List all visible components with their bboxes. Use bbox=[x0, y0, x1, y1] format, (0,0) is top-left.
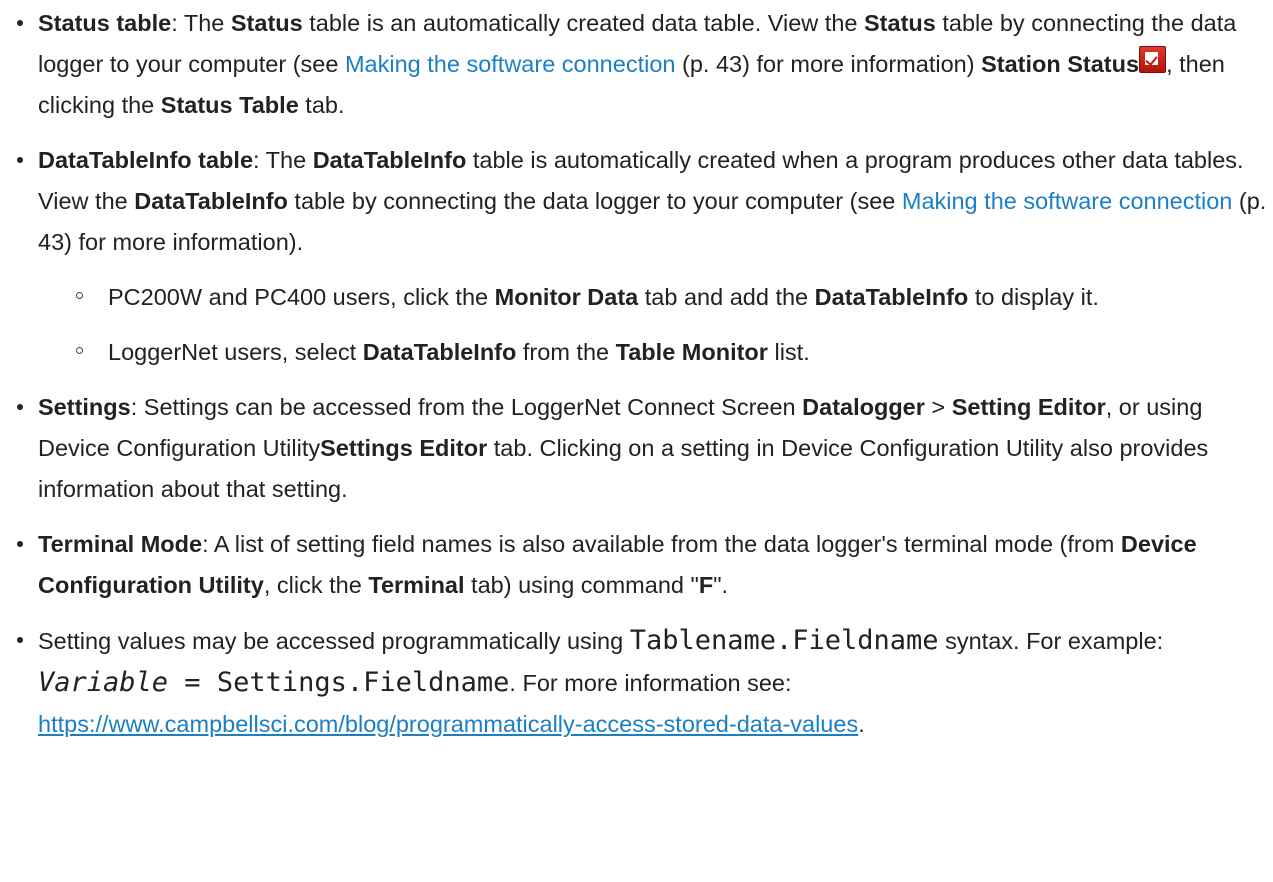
bold-datatableinfo: DataTableInfo bbox=[312, 147, 467, 173]
text-run: . bbox=[858, 711, 865, 737]
list-item-programmatic-access: Setting values may be accessed programma… bbox=[0, 620, 1273, 745]
bold-datatableinfo: DataTableInfo bbox=[362, 339, 517, 365]
settings-paragraph: Settings: Settings can be accessed from … bbox=[38, 387, 1273, 510]
text-run: tab) using command " bbox=[464, 572, 699, 598]
bold-status-table-tab: Status Table bbox=[160, 92, 299, 118]
bold-settings-editor: Settings Editor bbox=[320, 435, 488, 461]
text-run: list. bbox=[767, 339, 810, 365]
text-run: Setting values may be accessed programma… bbox=[38, 628, 630, 654]
bold-command-f: F bbox=[698, 572, 714, 598]
bold-monitor-data: Monitor Data bbox=[494, 284, 639, 310]
terminal-mode-paragraph: Terminal Mode: A list of setting field n… bbox=[38, 524, 1273, 606]
bullet-list: Status table: The Status table is an aut… bbox=[0, 3, 1273, 745]
programmatic-access-paragraph: Setting values may be accessed programma… bbox=[38, 620, 1273, 745]
sub-list: PC200W and PC400 users, click the Monito… bbox=[38, 277, 1273, 373]
bold-datatableinfo: DataTableInfo bbox=[134, 188, 288, 214]
text-run: syntax. For example: bbox=[938, 628, 1164, 654]
code-variable: Variable bbox=[38, 667, 169, 698]
text-run: tab and add the bbox=[638, 284, 815, 310]
bold-datalogger: Datalogger bbox=[802, 394, 925, 420]
list-item-datatableinfo-table: DataTableInfo table: The DataTableInfo t… bbox=[0, 140, 1273, 373]
bold-status: Status bbox=[864, 10, 936, 36]
bold-datatableinfo: DataTableInfo bbox=[814, 284, 969, 310]
making-software-connection-link[interactable]: Making the software connection bbox=[902, 188, 1233, 214]
making-software-connection-link[interactable]: Making the software connection bbox=[345, 51, 676, 77]
campbellsci-blog-link[interactable]: https://www.campbellsci.com/blog/program… bbox=[38, 711, 858, 737]
text-run: : The bbox=[253, 147, 313, 173]
text-run: table by connecting the data logger to y… bbox=[287, 188, 902, 214]
term-settings: Settings bbox=[38, 394, 131, 420]
bold-status: Status bbox=[230, 10, 303, 36]
sub-item-loggernet: LoggerNet users, select DataTableInfo fr… bbox=[38, 332, 1273, 373]
sub-item-pc200w-pc400: PC200W and PC400 users, click the Monito… bbox=[38, 277, 1273, 318]
code-settings-fieldname: = Settings.Fieldname bbox=[168, 667, 510, 698]
text-run: (p. 43) for more information) bbox=[675, 51, 982, 77]
text-run: tab. bbox=[298, 92, 345, 118]
bold-station-status: Station Status bbox=[981, 51, 1140, 77]
text-run: from the bbox=[516, 339, 616, 365]
text-run: to display it. bbox=[968, 284, 1099, 310]
document-page: Status table: The Status table is an aut… bbox=[0, 3, 1273, 882]
bold-setting-editor: Setting Editor bbox=[951, 394, 1106, 420]
code-tablename-fieldname: Tablename.Fieldname bbox=[629, 625, 939, 656]
station-status-icon bbox=[1139, 46, 1167, 73]
text-run: ". bbox=[713, 572, 729, 598]
text-run: : Settings can be accessed from the Logg… bbox=[130, 394, 803, 420]
text-run: PC200W and PC400 users, click the bbox=[108, 284, 495, 310]
text-run: . For more information see: bbox=[509, 670, 792, 696]
list-item-settings: Settings: Settings can be accessed from … bbox=[0, 387, 1273, 510]
text-run: > bbox=[924, 394, 952, 420]
bold-table-monitor: Table Monitor bbox=[615, 339, 768, 365]
term-terminal-mode: Terminal Mode bbox=[38, 531, 203, 557]
text-run: table is an automatically created data t… bbox=[302, 10, 864, 36]
datatableinfo-paragraph: DataTableInfo table: The DataTableInfo t… bbox=[38, 140, 1273, 263]
list-item-terminal-mode: Terminal Mode: A list of setting field n… bbox=[0, 524, 1273, 606]
text-run: : The bbox=[171, 10, 231, 36]
status-table-paragraph: Status table: The Status table is an aut… bbox=[38, 3, 1273, 126]
list-item-status-table: Status table: The Status table is an aut… bbox=[0, 3, 1273, 126]
term-status-table: Status table bbox=[38, 10, 172, 36]
text-run: , click the bbox=[263, 572, 369, 598]
bold-terminal: Terminal bbox=[368, 572, 465, 598]
text-run: : A list of setting field names is also … bbox=[202, 531, 1121, 557]
term-datatableinfo-table: DataTableInfo table bbox=[38, 147, 254, 173]
text-run: LoggerNet users, select bbox=[108, 339, 363, 365]
